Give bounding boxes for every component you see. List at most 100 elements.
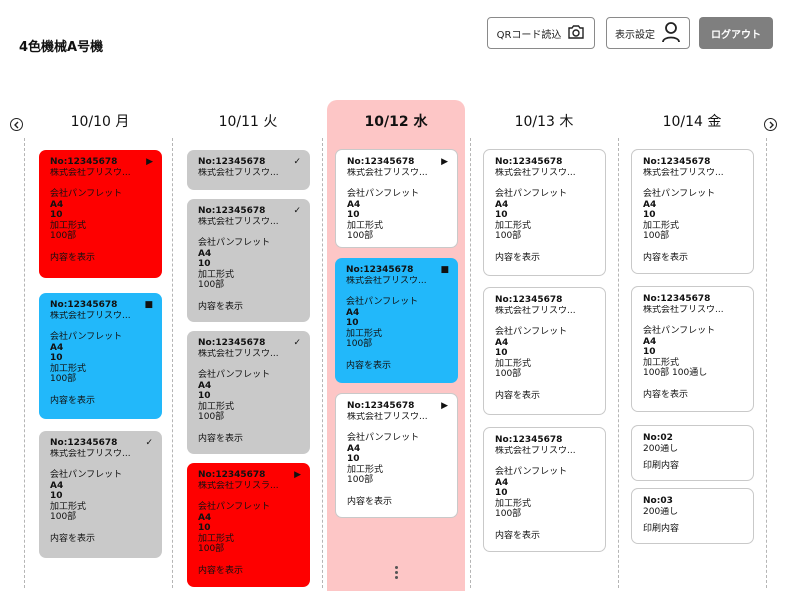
pass-count: 200通し (643, 443, 679, 454)
processing-type: 加工形式 (495, 358, 532, 369)
job-card[interactable]: ✓ No:12345678 株式会社ブリスウ... (187, 150, 310, 190)
job-card[interactable]: No:12345678 株式会社ブリスウ... 会社パンフレット A4 10 加… (631, 286, 754, 412)
job-card[interactable]: ✓ No:12345678 株式会社ブリスウ... 会社パンフレット A4 10… (187, 331, 310, 454)
company-name: 株式会社ブリスウ... (495, 445, 576, 456)
paper-size: A4 (198, 380, 212, 391)
job-number: No:12345678 (198, 470, 266, 480)
job-number: No:12345678 (643, 157, 711, 167)
display-settings-button[interactable]: 表示設定 (606, 17, 690, 49)
show-details-link[interactable]: 内容を表示 (495, 391, 595, 402)
job-card[interactable]: ▶ No:12345678 株式会社ブリスウ... 会社パンフレット A4 10… (335, 393, 458, 518)
job-card[interactable]: ■ No:12345678 株式会社ブリスウ... 会社パンフレット A4 10… (335, 258, 458, 383)
print-content-link[interactable]: 印刷内容 (643, 524, 743, 535)
more-vertical-icon[interactable] (393, 566, 399, 582)
logout-button[interactable]: ログアウト (699, 17, 773, 49)
show-details-link[interactable]: 内容を表示 (495, 531, 595, 542)
show-details-link[interactable]: 内容を表示 (347, 497, 447, 508)
paper-size: A4 (198, 512, 212, 523)
job-card[interactable]: ▶ No:12345678 株式会社ブリスウ... 会社パンフレット A4 10… (335, 149, 458, 248)
paper-size: A4 (643, 336, 657, 347)
job-number: No:12345678 (495, 435, 563, 445)
product-name: 会社パンフレット (198, 370, 271, 380)
next-week-button[interactable] (764, 118, 777, 131)
job-number: No:12345678 (495, 157, 563, 167)
quantity: 10 (643, 210, 656, 220)
show-details-link[interactable]: 内容を表示 (198, 434, 300, 445)
display-settings-label: 表示設定 (615, 29, 655, 41)
column-divider (24, 138, 25, 588)
processing-type: 加工形式 (346, 328, 383, 339)
paper-size: A4 (495, 337, 509, 348)
day-header-tue: 10/11 火 (218, 114, 278, 130)
job-number: No:03 (643, 496, 673, 506)
processing-type: 加工形式 (50, 363, 87, 374)
job-card[interactable]: No:12345678 株式会社ブリスウ... 会社パンフレット A4 10 加… (483, 149, 606, 276)
company-name: 株式会社ブリスウ... (50, 167, 131, 178)
job-number: No:12345678 (198, 157, 266, 167)
qr-scan-button[interactable]: QRコード読込 (487, 17, 595, 49)
job-card[interactable]: No:12345678 株式会社ブリスウ... 会社パンフレット A4 10 加… (483, 427, 606, 552)
print-content-link[interactable]: 印刷内容 (643, 461, 743, 472)
quantity: 10 (50, 491, 63, 501)
copies: 100部 (50, 231, 77, 241)
processing-type: 加工形式 (198, 269, 235, 280)
company-name: 株式会社ブリスウ... (643, 304, 724, 315)
job-number: No:12345678 (347, 157, 415, 167)
check-icon: ✓ (145, 438, 153, 448)
show-details-link[interactable]: 内容を表示 (50, 253, 152, 264)
copies: 100部 (643, 231, 670, 241)
show-details-link[interactable]: 内容を表示 (643, 390, 743, 401)
check-icon: ✓ (293, 338, 301, 348)
company-name: 株式会社ブリスウ... (198, 167, 279, 178)
paper-size: A4 (643, 199, 657, 210)
show-details-link[interactable]: 内容を表示 (50, 534, 152, 545)
job-card[interactable]: ■ No:12345678 株式会社ブリスウ... 会社パンフレット A4 10… (39, 293, 162, 419)
paper-size: A4 (50, 342, 64, 353)
company-name: 株式会社ブリスウ... (643, 167, 724, 178)
paper-size: A4 (347, 199, 361, 210)
play-icon: ▶ (441, 157, 448, 167)
job-card[interactable]: ▶ No:12345678 株式会社ブリスラ... 会社パンフレット A4 10… (187, 463, 310, 587)
paper-size: A4 (495, 199, 509, 210)
processing-type: 加工形式 (643, 357, 680, 368)
show-details-link[interactable]: 内容を表示 (198, 302, 300, 313)
job-card[interactable]: No:03 200通し 印刷内容 (631, 488, 754, 544)
show-details-link[interactable]: 内容を表示 (346, 361, 448, 372)
job-number: No:12345678 (198, 206, 266, 216)
processing-type: 加工形式 (495, 498, 532, 509)
company-name: 株式会社ブリスウ... (347, 167, 428, 178)
show-details-link[interactable]: 内容を表示 (198, 566, 300, 577)
product-name: 会社パンフレット (347, 433, 420, 443)
copies: 100部 (50, 512, 77, 522)
processing-type: 加工形式 (50, 220, 87, 231)
job-card[interactable]: ▶ No:12345678 株式会社ブリスウ... 会社パンフレット A4 10… (39, 150, 162, 278)
product-name: 会社パンフレット (495, 189, 568, 199)
job-card[interactable]: ✓ No:12345678 株式会社ブリスウ... 会社パンフレット A4 10… (39, 431, 162, 558)
company-name: 株式会社ブリスウ... (198, 348, 279, 359)
job-card[interactable]: ✓ No:12345678 株式会社ブリスウ... 会社パンフレット A4 10… (187, 199, 310, 322)
show-details-link[interactable]: 内容を表示 (643, 253, 743, 264)
company-name: 株式会社ブリスウ... (50, 310, 131, 321)
job-number: No:02 (643, 433, 673, 443)
quantity: 10 (347, 210, 360, 220)
column-divider (470, 138, 471, 588)
job-card[interactable]: No:12345678 株式会社ブリスウ... 会社パンフレット A4 10 加… (631, 149, 754, 274)
day-header-wed: 10/12 水 (364, 114, 428, 130)
copies: 100部 (495, 509, 522, 519)
company-name: 株式会社ブリスウ... (495, 305, 576, 316)
processing-type: 加工形式 (347, 464, 384, 475)
company-name: 株式会社ブリスウ... (50, 448, 131, 459)
show-details-link[interactable]: 内容を表示 (495, 253, 595, 264)
job-card[interactable]: No:12345678 株式会社ブリスウ... 会社パンフレット A4 10 加… (483, 287, 606, 415)
show-details-link[interactable]: 内容を表示 (50, 396, 152, 407)
paper-size: A4 (495, 477, 509, 488)
copies: 100部 (495, 231, 522, 241)
pass-count: 200通し (643, 506, 679, 517)
processing-type: 加工形式 (198, 533, 235, 544)
prev-week-button[interactable] (10, 118, 23, 131)
job-card[interactable]: No:02 200通し 印刷内容 (631, 425, 754, 481)
company-name: 株式会社ブリスラ... (198, 480, 279, 491)
quantity: 10 (198, 391, 211, 401)
processing-type: 加工形式 (50, 501, 87, 512)
quantity: 10 (495, 488, 508, 498)
